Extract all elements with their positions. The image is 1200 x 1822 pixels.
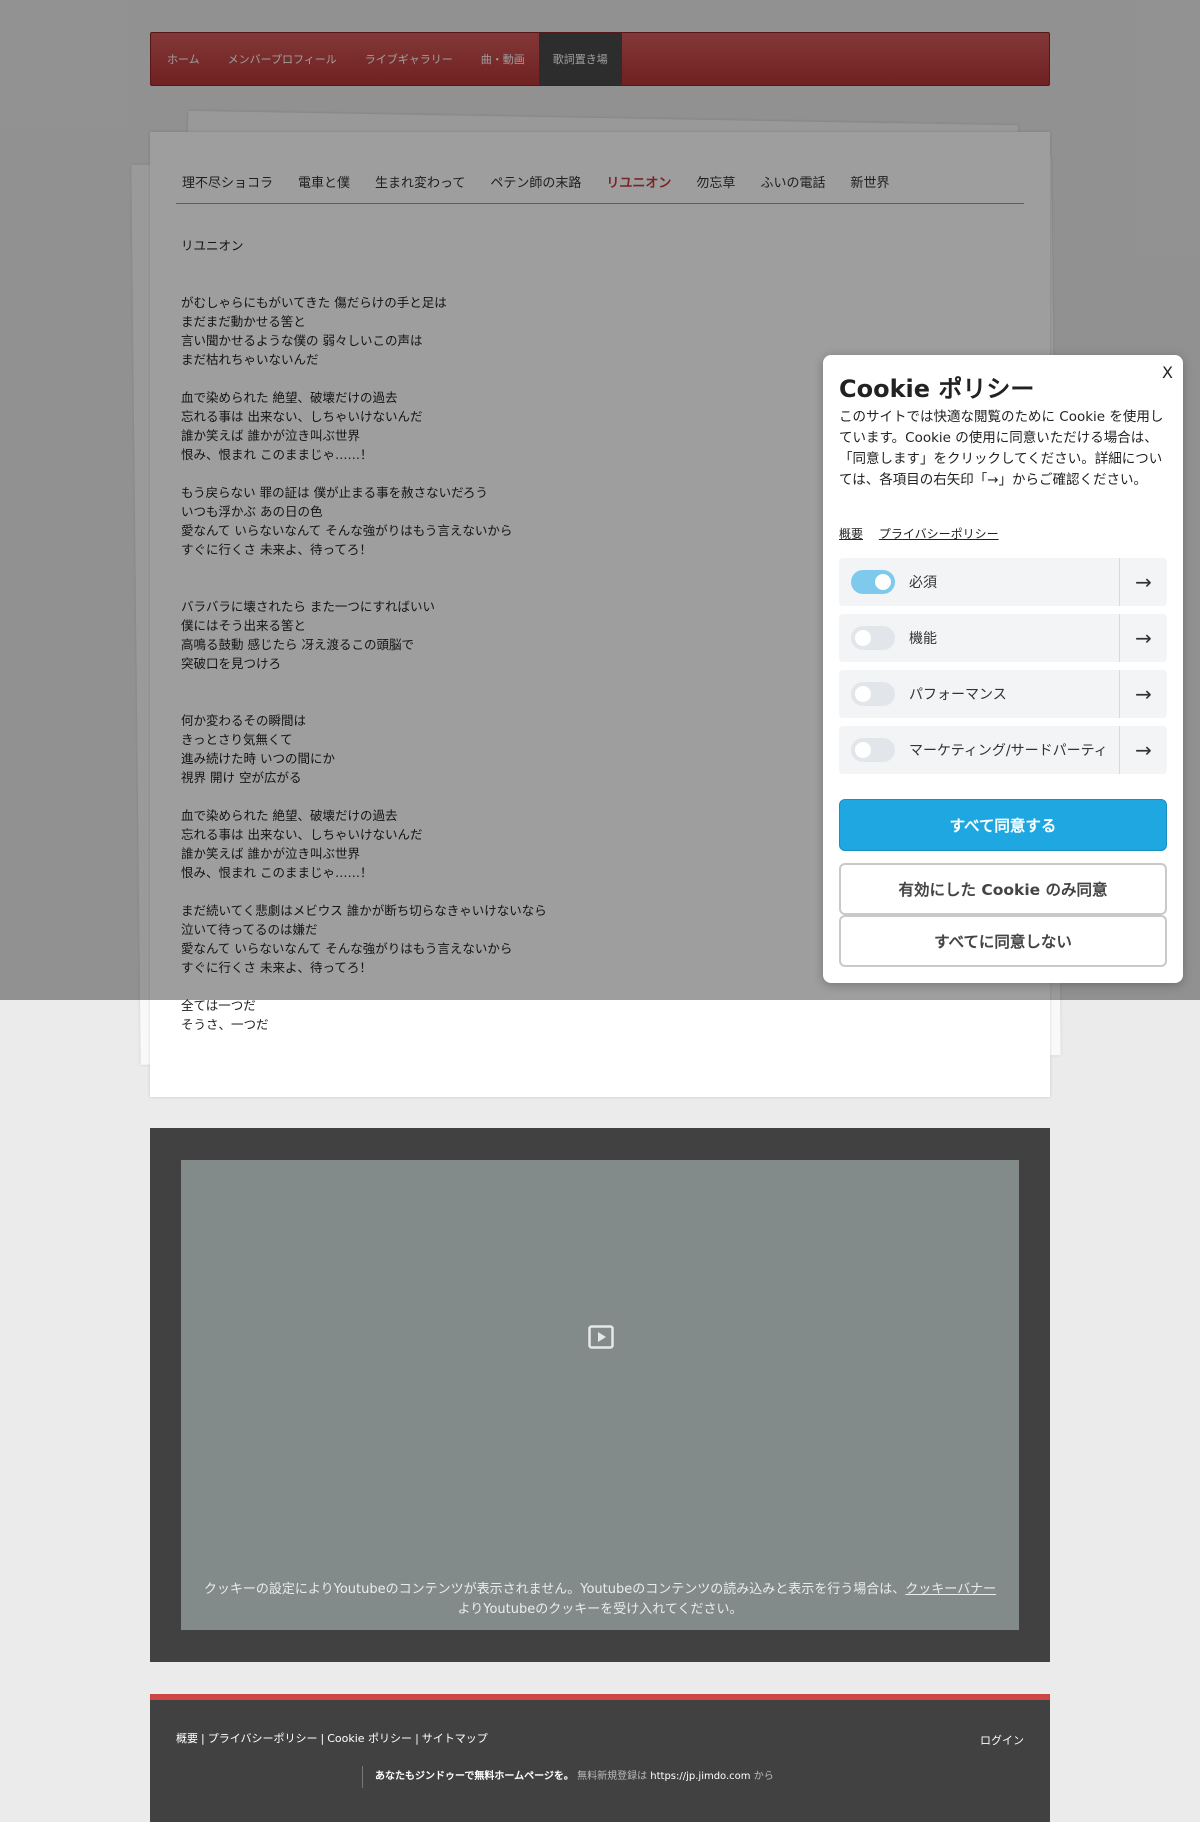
toggle-marketing[interactable]	[851, 738, 895, 762]
lyrics-line: そうさ、一つだ	[181, 1017, 269, 1032]
lyrics-stanza: 全ては一つだ そうさ、一つだ	[181, 996, 881, 1034]
video-note-suffix: よりYoutubeのクッキーを受け入れてください。	[457, 1602, 743, 1617]
arrow-right-icon[interactable]: →	[1119, 614, 1167, 662]
accept-selected-button[interactable]: 有効にした Cookie のみ同意	[839, 863, 1167, 915]
promo-url[interactable]: https://jp.jimdo.com	[650, 1771, 750, 1782]
category-label: 必須	[909, 575, 937, 591]
promo-text: 無料新規登録は	[573, 1771, 651, 1782]
video-note-text: クッキーの設定によりYoutubeのコンテンツが表示されません。Youtubeの…	[203, 1582, 906, 1597]
category-label: マーケティング/サードパーティ	[909, 743, 1108, 759]
video-section: クッキーの設定によりYoutubeのコンテンツが表示されません。Youtubeの…	[150, 1128, 1050, 1662]
footer-links: 概要 | プライバシーポリシー | Cookie ポリシー | サイトマップ	[176, 1730, 488, 1746]
login-link[interactable]: ログイン	[980, 1732, 1024, 1748]
toggle-functional[interactable]	[851, 626, 895, 650]
footer-link-privacy[interactable]: プライバシーポリシー	[208, 1732, 318, 1745]
footer-link-sitemap[interactable]: サイトマップ	[422, 1732, 488, 1745]
cookie-category-marketing: マーケティング/サードパーティ →	[839, 726, 1167, 774]
arrow-right-icon[interactable]: →	[1119, 558, 1167, 606]
site-footer: 概要 | プライバシーポリシー | Cookie ポリシー | サイトマップ ログイン あな…	[150, 1694, 1050, 1822]
footer-separator: |	[201, 1732, 205, 1745]
cookie-dialog: X Cookie ポリシー このサイトでは快適な閲覧のために Cookie を使…	[823, 355, 1183, 983]
footer-separator: |	[415, 1732, 419, 1745]
category-label: パフォーマンス	[909, 687, 1007, 703]
toggle-performance[interactable]	[851, 682, 895, 706]
arrow-right-icon[interactable]: →	[1119, 726, 1167, 774]
jimdo-promo[interactable]: あなたもジンドゥーで無料ホームページを。 無料新規登録は https://jp.…	[362, 1766, 774, 1788]
cookie-notice-text: クッキーの設定によりYoutubeのコンテンツが表示されません。Youtubeの…	[195, 1580, 1005, 1620]
cookie-category-performance: パフォーマンス →	[839, 670, 1167, 718]
cookie-link-privacy[interactable]: プライバシーポリシー	[879, 527, 999, 541]
toggle-knob	[855, 686, 871, 702]
footer-link-about[interactable]: 概要	[176, 1732, 198, 1745]
cookie-link-about[interactable]: 概要	[839, 527, 863, 541]
play-icon	[588, 1325, 614, 1349]
toggle-knob	[875, 574, 891, 590]
toggle-knob	[855, 630, 871, 646]
cookie-category-required: 必須 →	[839, 558, 1167, 606]
reject-all-button[interactable]: すべてに同意しない	[839, 915, 1167, 967]
cookie-banner-link[interactable]: クッキーバナー	[905, 1582, 996, 1597]
cookie-links: 概要 プライバシーポリシー	[839, 525, 1011, 542]
toggle-required[interactable]	[851, 570, 895, 594]
cookie-description: このサイトでは快適な閲覧のために Cookie を使用しています。Cookie …	[839, 409, 1164, 488]
cookie-title: Cookie ポリシー	[839, 375, 1035, 403]
arrow-right-icon[interactable]: →	[1119, 670, 1167, 718]
youtube-placeholder[interactable]: クッキーの設定によりYoutubeのコンテンツが表示されません。Youtubeの…	[181, 1160, 1019, 1630]
close-button[interactable]: X	[1162, 363, 1173, 382]
category-label: 機能	[909, 631, 937, 647]
cookie-category-functional: 機能 →	[839, 614, 1167, 662]
footer-link-cookie[interactable]: Cookie ポリシー	[327, 1732, 412, 1745]
promo-suffix: から	[750, 1771, 774, 1782]
toggle-knob	[855, 742, 871, 758]
footer-separator: |	[320, 1732, 325, 1745]
promo-bold: あなたもジンドゥーで無料ホームページを。	[375, 1771, 574, 1782]
accept-all-button[interactable]: すべて同意する	[839, 799, 1167, 851]
